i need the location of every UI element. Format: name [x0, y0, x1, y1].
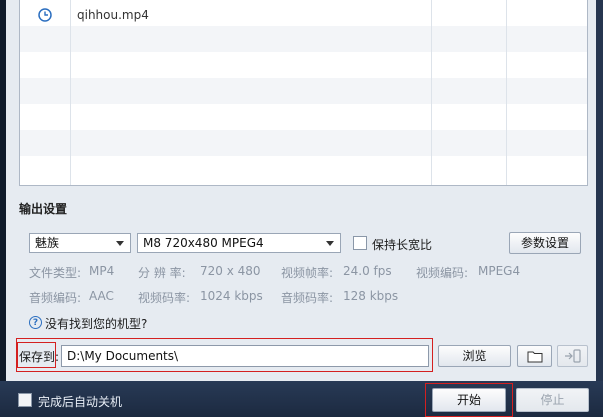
info-label: 分 辨 率: [138, 266, 186, 280]
info-value: MPEG4 [478, 264, 521, 278]
start-button[interactable]: 开始 [432, 388, 506, 412]
file-list[interactable]: qihhou.mp4 [19, 0, 588, 186]
info-label: 视频帧率: [281, 266, 334, 280]
keep-ratio-label: 保持长宽比 [372, 238, 433, 252]
help-link[interactable]: 没有找到您的机型? [45, 315, 147, 332]
device-select-value: 魅族 [35, 236, 60, 250]
column-divider [70, 0, 71, 185]
info-label: 文件类型: [29, 266, 82, 280]
info-value: MP4 [89, 264, 115, 278]
info-value: 128 kbps [343, 289, 399, 303]
device-select[interactable]: 魅族 [29, 233, 131, 253]
auto-shutdown-checkbox[interactable] [18, 393, 32, 407]
list-item[interactable]: qihhou.mp4 [20, 0, 587, 26]
chevron-down-icon [116, 241, 124, 246]
info-value: 1024 kbps [200, 289, 263, 303]
format-select[interactable]: M8 720x480 MPEG4 [137, 233, 341, 253]
device-export-icon [564, 349, 581, 363]
list-item [20, 104, 587, 130]
column-divider [431, 0, 432, 185]
browse-button[interactable]: 浏览 [438, 345, 511, 367]
save-path-input[interactable]: D:\My Documents\ [61, 345, 429, 367]
open-folder-button[interactable] [517, 345, 552, 367]
info-label: 视频码率: [138, 291, 191, 305]
save-to-label: 保存到: [19, 350, 60, 364]
info-label: 音频码率: [281, 291, 334, 305]
file-name: qihhou.mp4 [77, 8, 149, 22]
help-icon[interactable]: ? [29, 316, 42, 329]
info-value: 720 x 480 [200, 264, 261, 278]
folder-icon [527, 351, 542, 363]
list-item [20, 52, 587, 78]
list-item [20, 78, 587, 104]
list-item [20, 156, 587, 182]
format-select-value: M8 720x480 MPEG4 [143, 236, 264, 250]
window-frame-right [596, 0, 603, 417]
export-device-button[interactable] [557, 345, 588, 367]
clock-icon [38, 8, 52, 22]
info-label: 音频编码: [29, 291, 82, 305]
info-label: 视频编码: [416, 266, 469, 280]
output-settings-title: 输出设置 [19, 202, 68, 216]
auto-shutdown-label: 完成后自动关机 [38, 395, 123, 409]
stop-button[interactable]: 停止 [516, 388, 589, 412]
info-value: AAC [89, 289, 114, 303]
chevron-down-icon [326, 241, 334, 246]
list-item [20, 26, 587, 52]
params-button[interactable]: 参数设置 [509, 232, 581, 254]
column-divider [506, 0, 507, 185]
info-value: 24.0 fps [343, 264, 392, 278]
list-item [20, 130, 587, 156]
keep-ratio-checkbox[interactable] [353, 236, 367, 250]
